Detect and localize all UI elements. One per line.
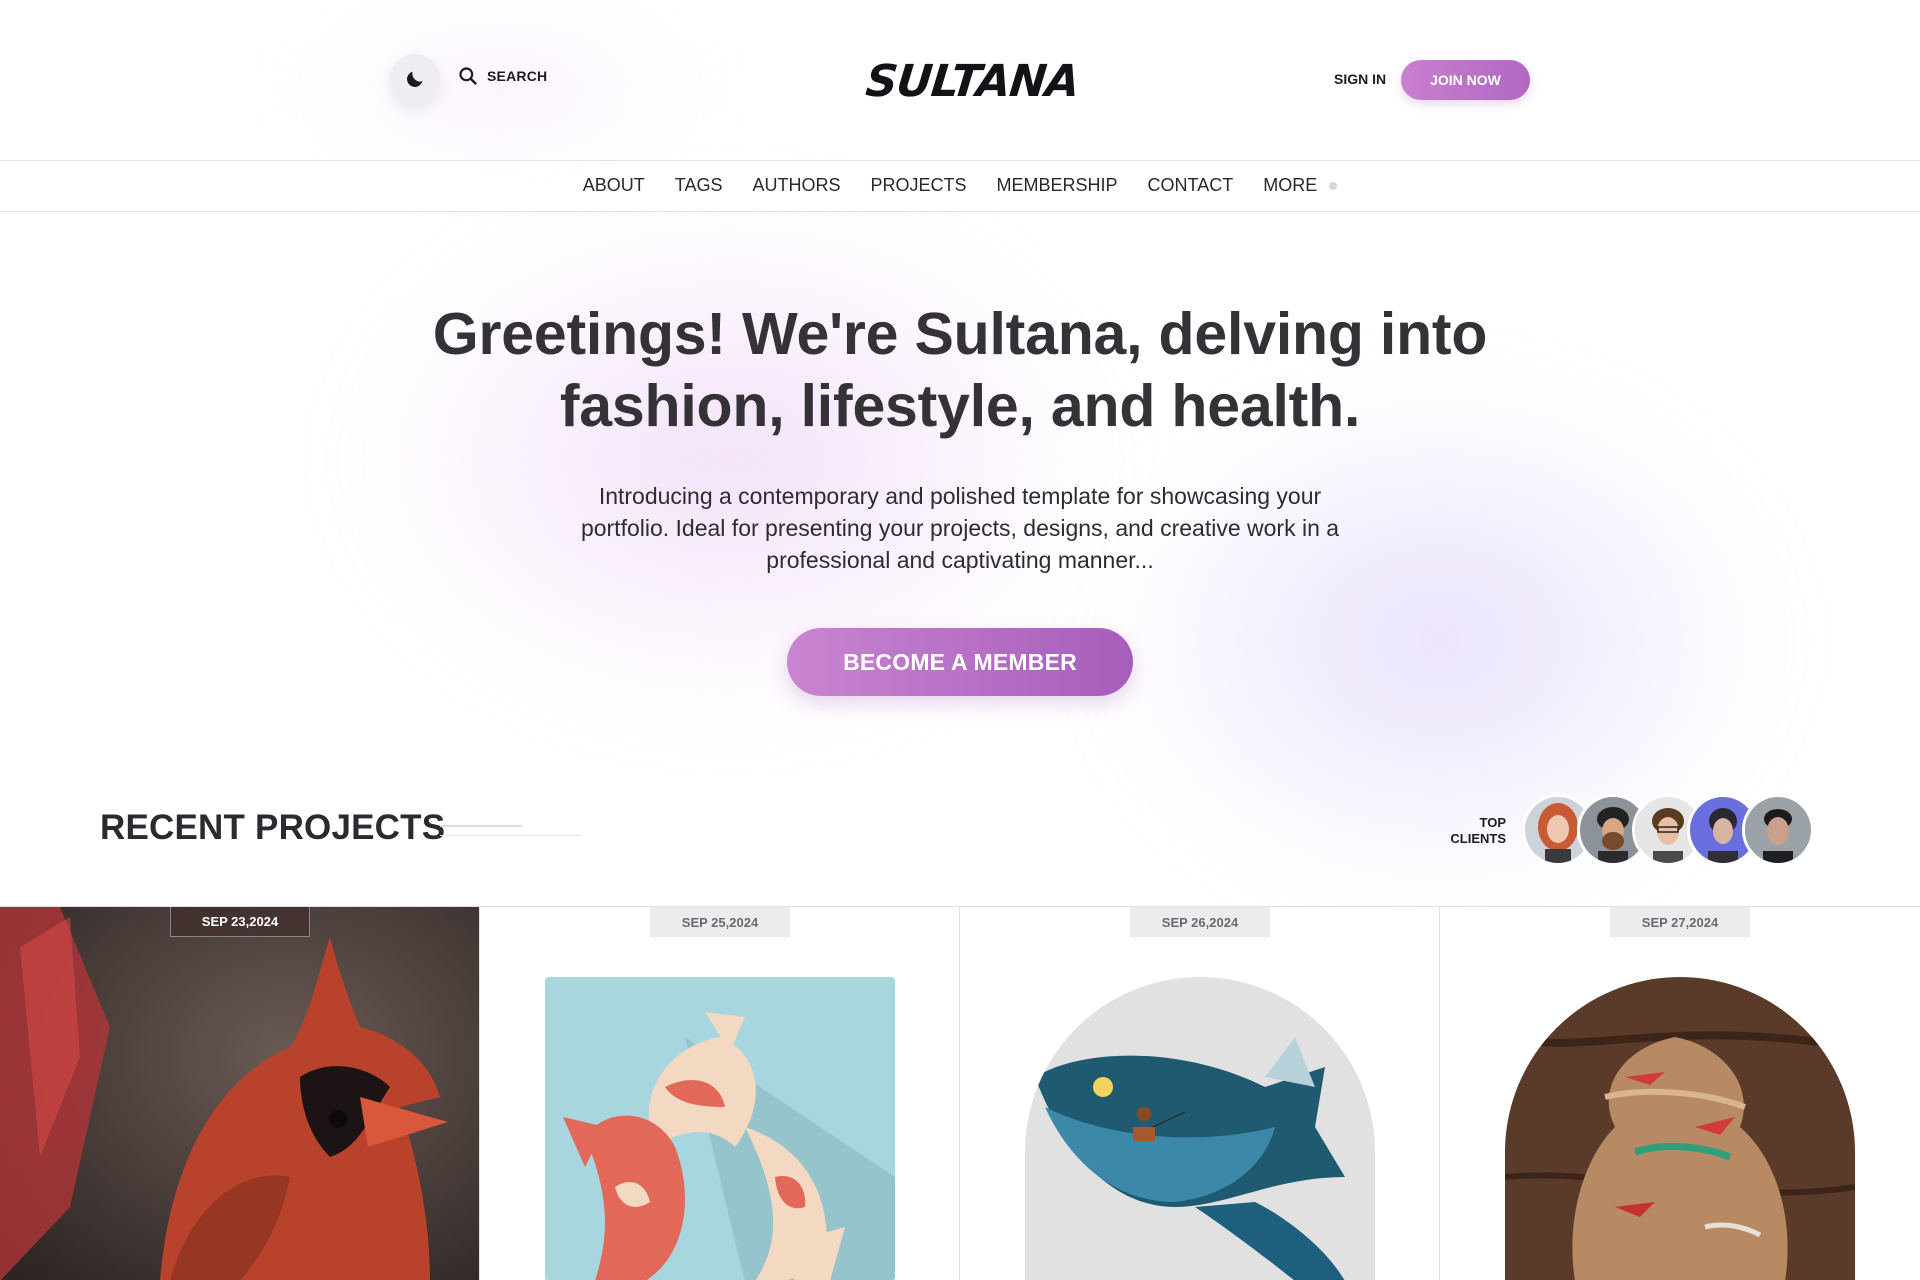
project-image-koi: [545, 977, 895, 1280]
nav-item-tags[interactable]: TAGS: [675, 175, 723, 196]
hero-title-line: fashion, lifestyle, and health.: [559, 373, 1361, 439]
search-label: SEARCH: [487, 68, 548, 84]
nav-item-membership[interactable]: MEMBERSHIP: [997, 175, 1118, 196]
search-button[interactable]: SEARCH: [458, 66, 547, 86]
nav-item-contact[interactable]: CONTACT: [1148, 175, 1234, 196]
avatar[interactable]: [1742, 794, 1814, 866]
search-icon: [459, 67, 477, 85]
project-card[interactable]: SEP 23,2024: [0, 907, 480, 1280]
project-image-cookie: [1505, 977, 1855, 1280]
project-date: SEP 26,2024: [1130, 907, 1270, 937]
nav-item-projects[interactable]: PROJECTS: [870, 175, 966, 196]
top-clients-label-line: CLIENTS: [1450, 831, 1506, 846]
project-card[interactable]: SEP 27,2024: [1440, 907, 1920, 1280]
hero-title-line: Greetings! We're Sultana, delving into: [432, 301, 1488, 367]
sign-in-link[interactable]: SIGN IN: [1334, 71, 1386, 87]
nav-item-about[interactable]: ABOUT: [583, 175, 645, 196]
divider: [440, 835, 582, 836]
project-card[interactable]: SEP 25,2024: [480, 907, 960, 1280]
project-grid: SEP 23,2024 SEP 25,2024 SEP 26,2024 SEP …: [0, 906, 1920, 1280]
site-header: SEARCH SULTANA SIGN IN JOIN NOW: [0, 0, 1920, 160]
client-avatars: [1522, 794, 1814, 866]
top-clients-label-line: TOP: [1479, 815, 1507, 830]
become-member-button[interactable]: BECOME A MEMBER: [787, 628, 1133, 696]
project-image-cardinal: [0, 907, 479, 1280]
project-card[interactable]: SEP 26,2024: [960, 907, 1440, 1280]
hero-subtitle-line: Introducing a contemporary and polished …: [598, 483, 1322, 509]
project-date: SEP 25,2024: [650, 907, 790, 937]
hero-title: Greetings! We're Sultana, delving into f…: [360, 298, 1560, 442]
hero-subtitle-line: portfolio. Ideal for presenting your pro…: [580, 515, 1340, 541]
divider: [440, 825, 522, 827]
hero-subtitle-line: professional and captivating manner...: [766, 547, 1154, 573]
main-nav: ABOUT TAGS AUTHORS PROJECTS MEMBERSHIP C…: [0, 160, 1920, 212]
join-now-button[interactable]: JOIN NOW: [1401, 60, 1530, 100]
nav-more-label: MORE: [1263, 175, 1318, 195]
project-date: SEP 27,2024: [1610, 907, 1750, 937]
top-clients-label: TOP CLIENTS: [1430, 815, 1506, 847]
project-date: SEP 23,2024: [170, 907, 310, 937]
moon-icon: [407, 71, 423, 87]
hero-subtitle: Introducing a contemporary and polished …: [540, 480, 1380, 576]
more-dot-icon: [1329, 181, 1338, 190]
theme-toggle-button[interactable]: [390, 54, 440, 104]
nav-item-more[interactable]: MORE: [1263, 175, 1338, 196]
nav-item-authors[interactable]: AUTHORS: [752, 175, 840, 196]
site-logo[interactable]: SULTANA: [863, 56, 1081, 107]
section-title: RECENT PROJECTS: [100, 808, 446, 847]
project-image-fish: [1025, 977, 1375, 1280]
